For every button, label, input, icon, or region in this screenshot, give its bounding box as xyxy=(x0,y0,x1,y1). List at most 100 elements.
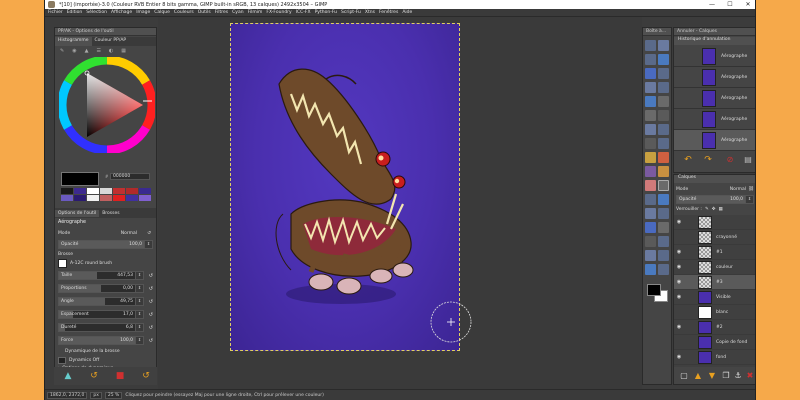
color-select-tool-icon[interactable] xyxy=(645,68,656,79)
menu-edition[interactable]: Édition xyxy=(67,10,83,15)
history-swatch[interactable] xyxy=(61,195,73,201)
ink-tool-icon[interactable] xyxy=(645,194,656,205)
scales-mode-icon[interactable]: ☰ xyxy=(96,48,100,55)
paths-tool-icon[interactable] xyxy=(658,82,669,93)
history-swatch[interactable] xyxy=(61,188,73,194)
color-wheel[interactable] xyxy=(59,57,155,153)
menu-fenetres[interactable]: Fenêtres xyxy=(379,10,398,15)
menu-python-fu[interactable]: Python-Fu xyxy=(315,10,337,15)
spin-arrows-icon[interactable]: ⇕ xyxy=(745,196,753,203)
layer-opacity-slider[interactable]: Opacité 100,0 ⇕ xyxy=(676,195,754,204)
print-icon[interactable]: ▤ xyxy=(742,154,754,166)
eye-icon[interactable]: ◉ xyxy=(674,249,684,255)
history-swatch[interactable] xyxy=(126,188,138,194)
aspect-slider[interactable]: Proportions 0,00 ⇕ xyxy=(58,284,144,293)
menu-couleurs[interactable]: Couleurs xyxy=(174,10,194,15)
triangle-mode-icon[interactable]: ▲ xyxy=(85,48,89,55)
history-swatch[interactable] xyxy=(74,195,86,201)
spin-arrows-icon[interactable]: ⇕ xyxy=(144,241,152,248)
layer-row[interactable]: blanc xyxy=(674,305,755,320)
layer-row[interactable]: ◉ xyxy=(674,215,755,230)
brush-preview-icon[interactable] xyxy=(58,259,67,268)
menu-icc-fx[interactable]: ICC-FX xyxy=(296,10,311,15)
spin-arrows-icon[interactable]: ⇕ xyxy=(135,337,143,344)
history-swatch[interactable] xyxy=(126,195,138,201)
heal-tool-icon[interactable] xyxy=(645,208,656,219)
duplicate-layer-icon[interactable]: ❐ xyxy=(720,370,732,382)
cage-tool-icon[interactable] xyxy=(658,250,669,261)
menu-calque[interactable]: Calque xyxy=(154,10,170,15)
bucket-fill-tool-icon[interactable] xyxy=(658,152,669,163)
save-options-icon[interactable]: ▲ xyxy=(62,370,74,382)
size-slider[interactable]: Taille 447,53 ⇕ xyxy=(58,271,144,280)
clone-tool-icon[interactable] xyxy=(658,194,669,205)
foreground-select-tool-icon[interactable] xyxy=(645,82,656,93)
history-swatch[interactable] xyxy=(87,195,99,201)
history-swatch[interactable] xyxy=(74,188,86,194)
mode-reset-icon[interactable]: ↺ xyxy=(147,231,151,236)
layer-row[interactable]: ◉ couleur xyxy=(674,260,755,275)
shear-tool-icon[interactable] xyxy=(658,264,669,275)
crop-tool-icon[interactable] xyxy=(658,124,669,135)
align-tool-icon[interactable] xyxy=(645,124,656,135)
dynamics-selector[interactable]: Dynamics Off xyxy=(58,356,153,364)
eye-icon[interactable]: ◉ xyxy=(674,219,684,225)
angle-slider[interactable]: Angle 49,75 ⇕ xyxy=(58,297,144,306)
chain-icon[interactable]: ⛓ xyxy=(748,187,754,192)
lower-layer-icon[interactable]: ▼ xyxy=(706,370,718,382)
brush-selector[interactable]: A-12C round brush xyxy=(58,259,153,268)
text-tool-icon[interactable] xyxy=(645,152,656,163)
undo-icon[interactable]: ↶ xyxy=(682,154,694,166)
history-swatch[interactable] xyxy=(113,195,125,201)
clear-history-icon[interactable]: ⊘ xyxy=(724,154,736,166)
dodge-tool-icon[interactable] xyxy=(645,236,656,247)
reset-options-icon[interactable]: ↺ xyxy=(140,370,152,382)
maximize-button[interactable]: ☐ xyxy=(721,1,739,8)
reset-size-icon[interactable]: ↺ xyxy=(149,273,153,279)
history-swatch[interactable] xyxy=(139,195,151,201)
delete-options-icon[interactable]: ■ xyxy=(114,370,126,382)
flip-tool-icon[interactable] xyxy=(645,264,656,275)
menu-outils[interactable]: Outils xyxy=(198,10,211,15)
menu-xtns[interactable]: Xtns xyxy=(365,10,375,15)
warp-tool-icon[interactable] xyxy=(645,250,656,261)
rotate-tool-icon[interactable] xyxy=(645,138,656,149)
lock-position-icon[interactable]: ✥ xyxy=(712,207,716,212)
eye-icon[interactable]: ◉ xyxy=(674,354,684,360)
layer-row[interactable]: ◉ fond xyxy=(674,350,755,365)
spin-arrows-icon[interactable]: ⇕ xyxy=(135,285,143,292)
tab-histogramme[interactable]: Histogramme xyxy=(55,37,92,46)
menu-image[interactable]: Image xyxy=(136,10,150,15)
spacing-slider[interactable]: Espacement 17,0 ⇕ xyxy=(58,310,144,319)
eraser-tool-icon[interactable] xyxy=(645,180,656,191)
layers-tab[interactable]: Calques xyxy=(674,175,755,183)
unit-select[interactable]: px xyxy=(90,391,102,399)
raise-layer-icon[interactable]: ▲ xyxy=(692,370,704,382)
history-item[interactable]: Aérographe xyxy=(674,46,755,67)
lock-pixels-icon[interactable]: ✎ xyxy=(705,207,709,212)
measure-tool-icon[interactable] xyxy=(645,110,656,121)
spin-arrows-icon[interactable]: ⇕ xyxy=(135,272,143,279)
menu-fichier[interactable]: Fichier xyxy=(48,10,63,15)
layer-row[interactable]: crayonné xyxy=(674,230,755,245)
pencil-tool-icon[interactable] xyxy=(658,236,669,247)
spin-arrows-icon[interactable]: ⇕ xyxy=(135,324,143,331)
new-layer-icon[interactable]: ▢ xyxy=(678,370,690,382)
free-select-tool-icon[interactable] xyxy=(645,54,656,65)
menu-affichage[interactable]: Affichage xyxy=(111,10,132,15)
paintbrush-tool-icon[interactable] xyxy=(658,166,669,177)
minimize-button[interactable]: — xyxy=(703,1,721,8)
opacity-slider[interactable]: Opacité 100,0 ⇕ xyxy=(58,240,153,249)
smudge-tool-icon[interactable] xyxy=(658,222,669,233)
spin-arrows-icon[interactable]: ⇕ xyxy=(135,311,143,318)
tab-couleur[interactable]: Couleur PP/AP xyxy=(92,37,130,46)
menu-aide[interactable]: Aide xyxy=(402,10,412,15)
palette-mode-icon[interactable]: ▦ xyxy=(121,48,126,55)
scissors-tool-icon[interactable] xyxy=(658,68,669,79)
spin-arrows-icon[interactable]: ⇕ xyxy=(135,298,143,305)
foreground-color-swatch[interactable] xyxy=(61,172,99,186)
tab-brushes[interactable]: Brosses xyxy=(99,210,122,217)
color-picker-tool-icon[interactable] xyxy=(645,96,656,107)
foreground-color-box[interactable] xyxy=(647,284,661,296)
layer-mode-select[interactable]: Normal xyxy=(730,187,746,192)
